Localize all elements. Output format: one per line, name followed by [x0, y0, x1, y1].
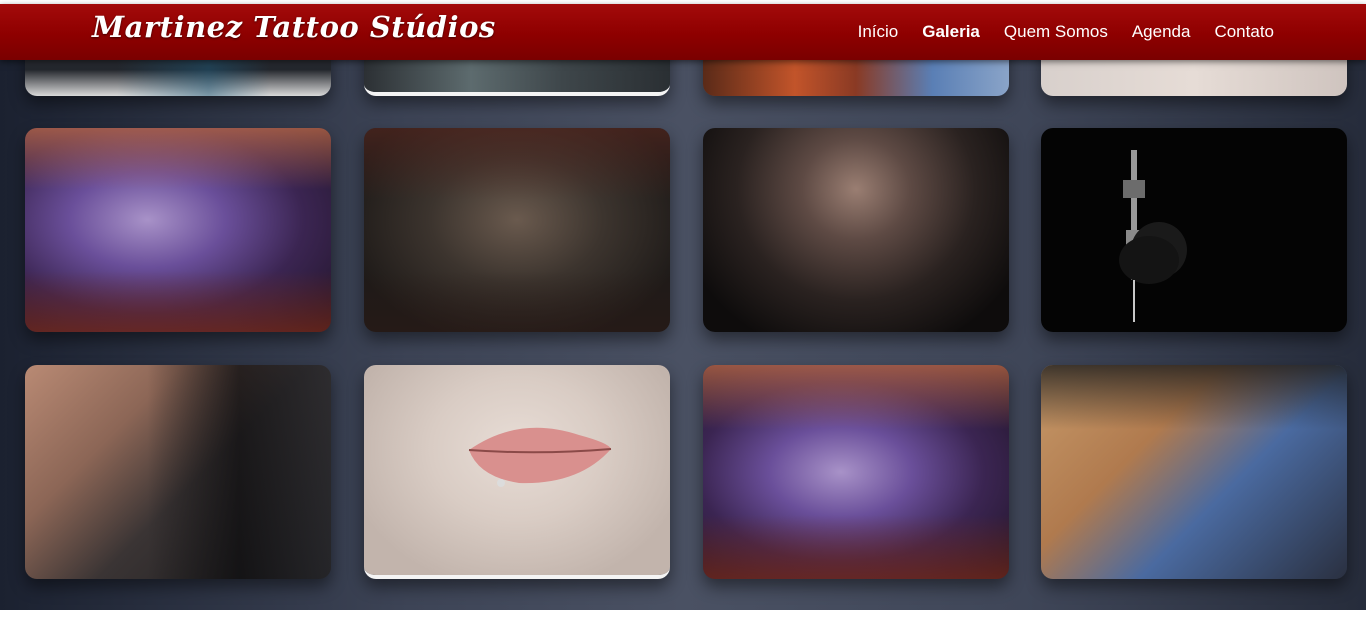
gallery-item[interactable]	[25, 365, 331, 579]
main-nav: Início Galeria Quem Somos Agenda Contato	[858, 4, 1274, 60]
gallery-item[interactable]	[1041, 128, 1347, 332]
lip-piercing-photo	[364, 365, 670, 575]
gallery-item[interactable]	[703, 365, 1009, 579]
nav-quem-somos[interactable]: Quem Somos	[1004, 22, 1108, 42]
gallery-item[interactable]	[364, 365, 670, 579]
gallery-item[interactable]	[1041, 365, 1347, 579]
nav-inicio[interactable]: Início	[858, 22, 899, 42]
bottom-strip	[0, 610, 1366, 618]
nav-contato[interactable]: Contato	[1214, 22, 1274, 42]
photo-overlay	[25, 128, 331, 332]
site-logo[interactable]: Martinez Tattoo Stúdios	[92, 10, 496, 44]
gallery-item[interactable]	[364, 128, 670, 332]
photo-overlay	[703, 365, 1009, 579]
tattooed-woman-portrait-photo	[703, 128, 1009, 332]
gallery-item[interactable]	[703, 128, 1009, 332]
site-header: Martinez Tattoo Stúdios Início Galeria Q…	[0, 4, 1366, 60]
gallery-item[interactable]	[25, 128, 331, 332]
tattoo-machine-photo	[1041, 128, 1347, 332]
photo-overlay	[364, 128, 670, 332]
photo-overlay	[25, 365, 331, 579]
photo-overlay	[1041, 365, 1347, 579]
nav-agenda[interactable]: Agenda	[1132, 22, 1191, 42]
nav-galeria[interactable]: Galeria	[922, 22, 980, 42]
